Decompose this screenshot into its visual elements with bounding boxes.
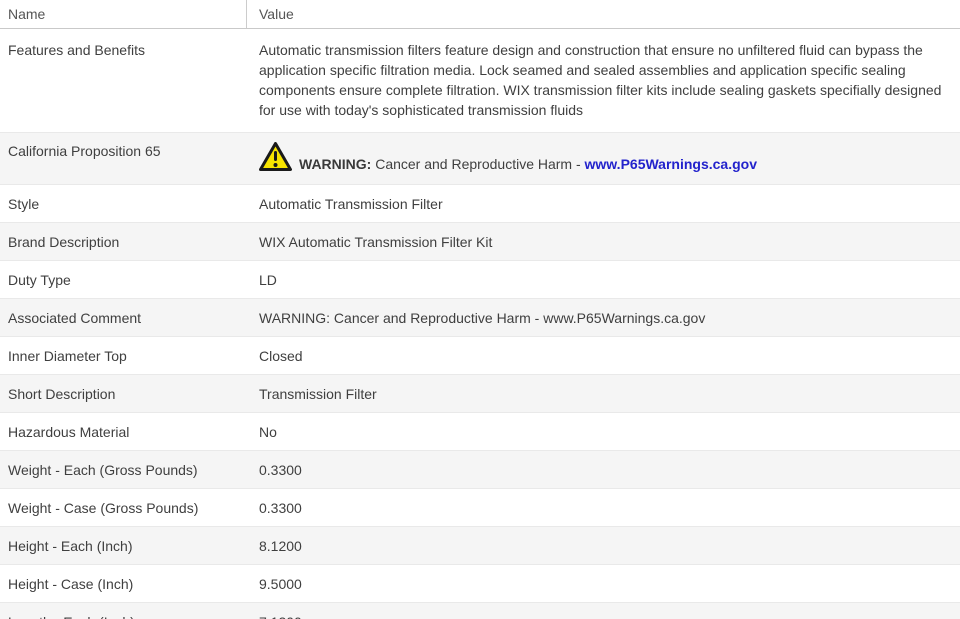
row-value: LD — [259, 272, 277, 288]
row-value: Automatic Transmission Filter — [259, 196, 443, 212]
table-row: Duty Type LD — [0, 261, 960, 299]
row-name: Brand Description — [8, 234, 120, 250]
row-name: Height - Case (Inch) — [8, 576, 134, 592]
warning-triangle-icon — [259, 142, 292, 175]
row-value: WIX Automatic Transmission Filter Kit — [259, 234, 493, 250]
table-row: Inner Diameter Top Closed — [0, 337, 960, 375]
table-row: Height - Each (Inch) 8.1200 — [0, 527, 960, 565]
header-value-column: Value — [259, 6, 294, 22]
row-name: Inner Diameter Top — [8, 348, 127, 364]
p65-warnings-link[interactable]: www.P65Warnings.ca.gov — [585, 156, 757, 172]
row-value: Closed — [259, 348, 303, 364]
row-name: Height - Each (Inch) — [8, 538, 133, 554]
row-value: 0.3300 — [259, 462, 302, 478]
row-value: WARNING: Cancer and Reproductive Harm - … — [247, 133, 960, 184]
table-row: Short Description Transmission Filter — [0, 375, 960, 413]
product-spec-table: Name Value Features and Benefits Automat… — [0, 0, 960, 619]
row-name: Style — [8, 196, 40, 212]
row-value: WARNING: Cancer and Reproductive Harm - … — [259, 310, 706, 326]
warning-text: WARNING: Cancer and Reproductive Harm - … — [299, 156, 757, 172]
row-value: 7.1200 — [247, 603, 960, 619]
row-value: Automatic transmission filters feature d… — [259, 42, 942, 118]
row-name: Length - Each (Inch) — [0, 603, 247, 619]
row-name: Weight - Each (Gross Pounds) — [8, 462, 198, 478]
row-value: No — [259, 424, 277, 440]
table-row: Associated Comment WARNING: Cancer and R… — [0, 299, 960, 337]
row-name: Weight - Case (Gross Pounds) — [8, 500, 199, 516]
table-row: Hazardous Material No — [0, 413, 960, 451]
row-name: Short Description — [8, 386, 116, 402]
table-body: Features and Benefits Automatic transmis… — [0, 29, 960, 619]
table-row: Features and Benefits Automatic transmis… — [0, 29, 960, 133]
row-name: Hazardous Material — [8, 424, 130, 440]
table-row: Brand Description WIX Automatic Transmis… — [0, 223, 960, 261]
row-value: 0.3300 — [259, 500, 302, 516]
table-row: Height - Case (Inch) 9.5000 — [0, 565, 960, 603]
row-name: California Proposition 65 — [8, 143, 161, 159]
header-name-column: Name — [0, 0, 247, 28]
table-row: Weight - Case (Gross Pounds) 0.3300 — [0, 489, 960, 527]
table-row: California Proposition 65 WARNING: Cance… — [0, 133, 960, 185]
row-value: 9.5000 — [259, 576, 302, 592]
row-value: 8.1200 — [259, 538, 302, 554]
table-row: Length - Each (Inch) 7.1200 — [0, 603, 960, 619]
table-row: Weight - Each (Gross Pounds) 0.3300 — [0, 451, 960, 489]
table-header: Name Value — [0, 0, 960, 29]
row-name: Features and Benefits — [8, 42, 145, 58]
row-value: Transmission Filter — [259, 386, 377, 402]
row-name: Associated Comment — [8, 310, 142, 326]
row-name: Duty Type — [8, 272, 71, 288]
table-row: Style Automatic Transmission Filter — [0, 185, 960, 223]
